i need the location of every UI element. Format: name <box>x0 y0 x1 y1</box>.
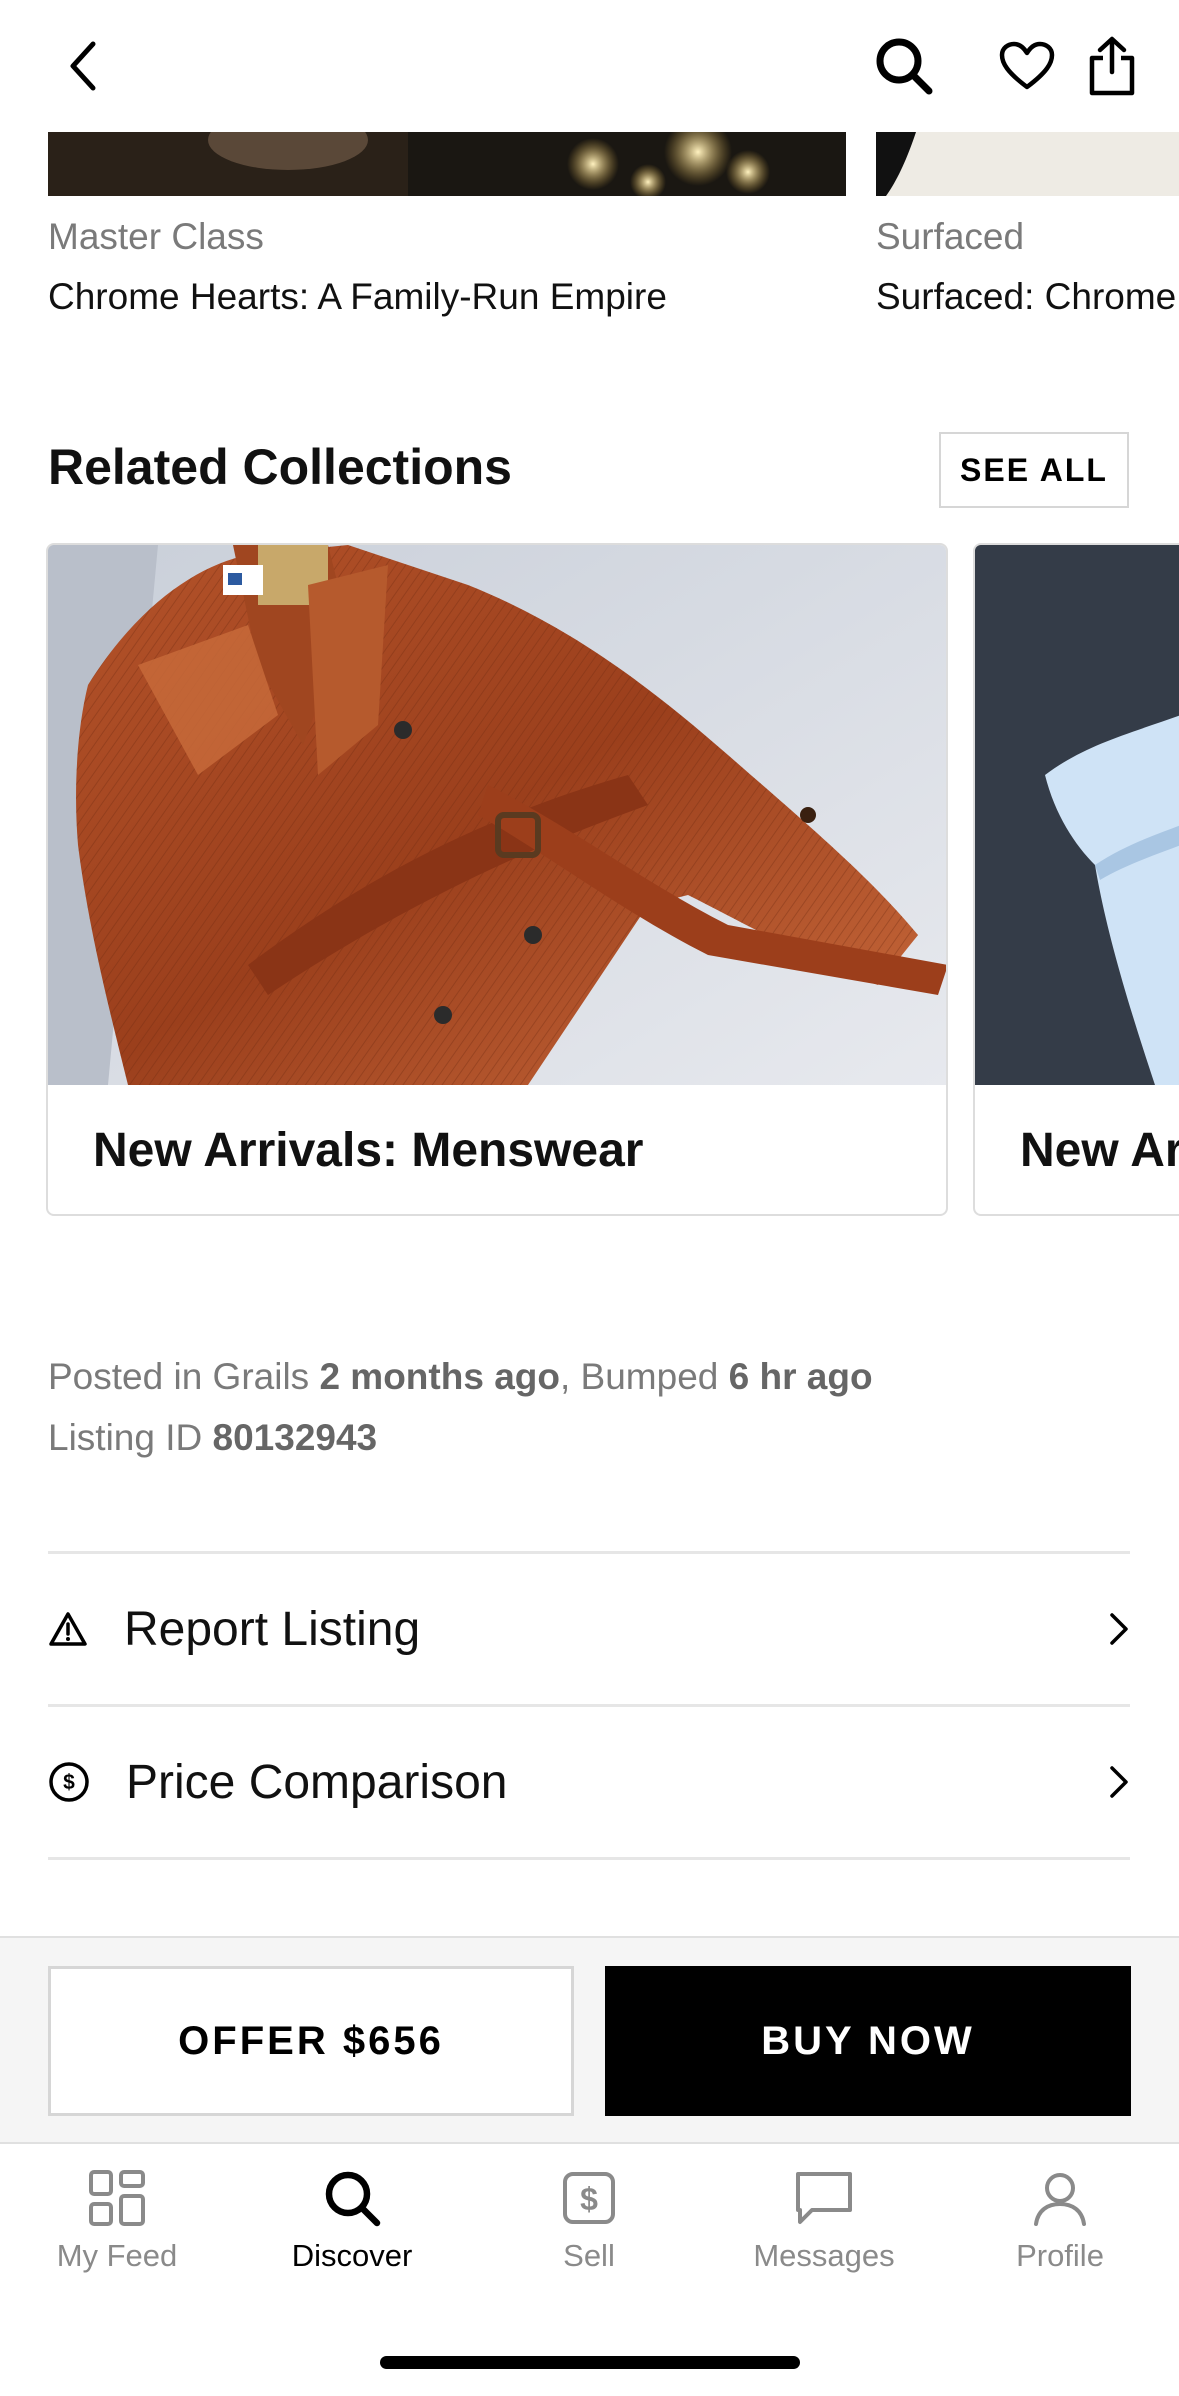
search-button[interactable] <box>868 28 940 104</box>
listing-id-value: 80132943 <box>212 1417 378 1458</box>
search-icon <box>876 38 933 95</box>
collection-card[interactable]: New Ar <box>973 543 1179 1216</box>
report-listing-label: Report Listing <box>124 1602 421 1656</box>
tab-label: My Feed <box>56 2238 178 2273</box>
tab-sell[interactable]: $ Sell <box>489 2168 689 2274</box>
article-image[interactable] <box>48 132 846 196</box>
collection-title: New Arrivals: Menswear <box>93 1124 644 1177</box>
see-all-button[interactable]: SEE ALL <box>939 432 1129 508</box>
tab-my-feed[interactable]: My Feed <box>17 2168 217 2274</box>
posted-label: Posted in Grails <box>48 1356 320 1397</box>
collection-card[interactable]: New Arrivals: Menswear <box>46 543 948 1216</box>
collection-image <box>48 545 946 1085</box>
price-comparison-row[interactable]: $ Price Comparison <box>48 1707 1130 1857</box>
section-title: Related Collections <box>48 439 512 495</box>
tab-label: Profile <box>1016 2238 1104 2273</box>
collection-title: New Ar <box>1020 1124 1179 1177</box>
svg-text:$: $ <box>580 2181 598 2217</box>
favorite-button[interactable] <box>994 28 1060 104</box>
listing-id-info: Listing ID 80132943 <box>48 1417 377 1459</box>
article-title[interactable]: Surfaced: Chrome <box>876 276 1176 318</box>
tab-label: Discover <box>291 2238 413 2273</box>
top-nav-bar <box>0 0 1179 132</box>
article-image[interactable] <box>876 132 1179 196</box>
warning-icon <box>49 1612 87 1646</box>
article-category: Surfaced <box>876 216 1025 257</box>
search-icon <box>325 2171 381 2227</box>
chevron-left-icon <box>70 41 96 91</box>
article-category: Master Class <box>48 216 264 257</box>
dollar-tag-icon: $ <box>563 2172 615 2224</box>
svg-text:$: $ <box>63 1771 75 1794</box>
tab-label: Sell <box>563 2238 615 2273</box>
chevron-right-icon <box>1110 1613 1128 1645</box>
dollar-circle-icon: $ <box>49 1762 89 1802</box>
bumped-time: 6 hr ago <box>728 1356 873 1397</box>
collection-image <box>975 545 1179 1085</box>
tab-label: Messages <box>753 2238 895 2273</box>
posted-time: 2 months ago <box>319 1356 560 1397</box>
article-photo <box>876 132 1179 196</box>
report-listing-row[interactable]: Report Listing <box>48 1554 1130 1704</box>
person-icon <box>1034 2173 1086 2226</box>
tab-profile[interactable]: Profile <box>960 2168 1160 2274</box>
chevron-right-icon <box>1110 1766 1128 1798</box>
bumped-label: , Bumped <box>559 1356 729 1397</box>
buy-now-button[interactable]: BUY NOW <box>605 1966 1131 2116</box>
offer-button[interactable]: OFFER $656 <box>48 1966 574 2116</box>
article-photo <box>48 132 846 196</box>
heart-icon <box>999 41 1055 90</box>
listing-id-label: Listing ID <box>48 1417 213 1458</box>
chat-bubble-icon <box>796 2172 852 2224</box>
posted-info: Posted in Grails 2 months ago, Bumped 6 … <box>48 1356 873 1398</box>
back-button[interactable] <box>48 28 118 104</box>
grid-icon <box>89 2170 145 2226</box>
price-comparison-label: Price Comparison <box>126 1755 508 1809</box>
share-button[interactable] <box>1082 28 1142 104</box>
home-indicator <box>380 2356 800 2369</box>
tab-messages[interactable]: Messages <box>724 2168 924 2274</box>
article-title[interactable]: Chrome Hearts: A Family-Run Empire <box>48 276 667 318</box>
share-icon <box>1089 36 1135 96</box>
tab-discover[interactable]: Discover <box>252 2168 452 2274</box>
divider <box>48 1857 1130 1860</box>
